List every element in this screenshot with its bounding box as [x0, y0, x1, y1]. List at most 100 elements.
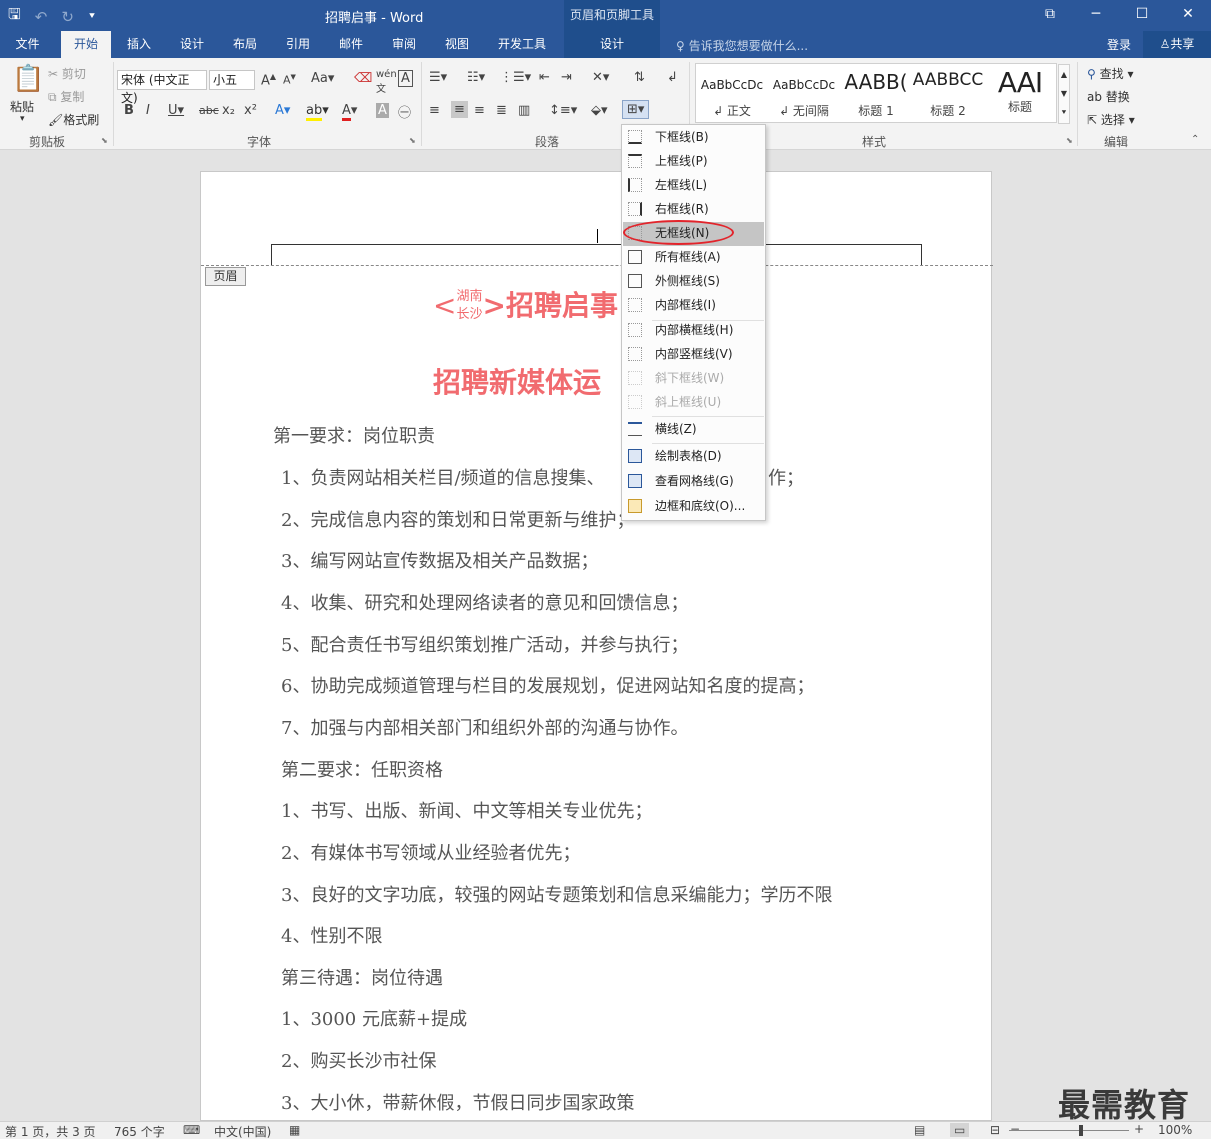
document-subtitle[interactable]: 招聘新媒体运 [433, 361, 601, 401]
style-heading-1[interactable]: AABB(标题 1 [840, 64, 912, 122]
language-indicator[interactable]: 中文(中国) [214, 1123, 271, 1139]
collapse-ribbon-icon[interactable]: ⌃ [1191, 134, 1199, 145]
ribbon-display-options-icon[interactable]: ⧉ [1027, 0, 1073, 31]
font-name-combo[interactable]: 宋体 (中文正文) [117, 70, 207, 105]
document-title[interactable]: <湖南 长沙>招聘启事 [433, 286, 618, 326]
style-heading-2[interactable]: AABBCC 标题 2 [912, 64, 984, 122]
chinese-layout-icon[interactable]: ✕▾ [592, 70, 609, 85]
section-heading[interactable]: 第三待遇：岗位待遇 [281, 964, 443, 990]
undo-icon[interactable]: ↶ [35, 8, 48, 26]
show-formatting-marks-icon[interactable]: ↲ [667, 70, 678, 85]
paste-button[interactable]: 粘贴 [10, 98, 34, 115]
highlight-color-icon[interactable]: ab▾ [306, 103, 329, 121]
list-item[interactable]: 1、书写、出版、新闻、中文等相关专业优先； [281, 797, 652, 823]
list-item[interactable]: 5、配合责任书写组织策划推广活动，并参与执行； [281, 631, 688, 657]
tab-insert[interactable]: 插入 [114, 31, 164, 58]
text-effects-icon[interactable]: A▾ [275, 103, 290, 118]
line-spacing-icon[interactable]: ↕≡▾ [549, 103, 577, 118]
bullets-icon[interactable]: ☰▾ [429, 70, 447, 85]
change-case-icon[interactable]: Aa▾ [311, 71, 334, 86]
menu-item-top-border[interactable]: 上框线(P) [623, 150, 764, 174]
proofing-icon[interactable]: ⌨ [183, 1123, 200, 1137]
share-button[interactable]: ♙共享 [1143, 31, 1211, 58]
web-layout-icon[interactable]: ⊟ [990, 1123, 1000, 1137]
tab-developer[interactable]: 开发工具 [487, 31, 557, 58]
menu-item-diagonal-down[interactable]: 斜下框线(W) [623, 367, 764, 391]
cut-button[interactable]: ✂ 剪切 [48, 65, 86, 82]
clipboard-launcher-icon[interactable]: ⬊ [101, 136, 108, 145]
menu-item-diagonal-up[interactable]: 斜上框线(U) [623, 391, 764, 415]
format-painter-button[interactable]: 🖌格式刷 [48, 111, 99, 128]
list-item[interactable]: 1、3000 元底薪+提成 [281, 1005, 467, 1031]
align-left-icon[interactable]: ≡ [429, 103, 440, 118]
styles-launcher-icon[interactable]: ⬊ [1066, 136, 1073, 145]
menu-item-bottom-border[interactable]: 下框线(B) [623, 126, 764, 150]
list-item[interactable]: 3、良好的文字功底，较强的网站专题策划和信息采编能力；学历不限 [281, 881, 832, 907]
menu-item-right-border[interactable]: 右框线(R) [623, 198, 764, 222]
redo-icon[interactable]: ↻ [61, 8, 74, 26]
bold-icon[interactable]: B [124, 103, 134, 118]
maximize-button[interactable]: ☐ [1119, 0, 1165, 31]
find-button[interactable]: ⚲ 查找 ▾ [1087, 65, 1133, 82]
list-item[interactable]: 1、负责网站相关栏目/频道的信息搜集、 [281, 464, 605, 490]
character-shading-icon[interactable]: A [376, 103, 389, 118]
sort-icon[interactable]: ⇅ [634, 70, 645, 85]
style-no-spacing[interactable]: AaBbCcDc ↲ 无间隔 [768, 64, 840, 122]
menu-item-left-border[interactable]: 左框线(L) [623, 174, 764, 198]
tab-review[interactable]: 审阅 [379, 31, 429, 58]
tab-design[interactable]: 设计 [167, 31, 217, 58]
paste-icon[interactable]: 📋 [12, 64, 44, 94]
borders-button[interactable]: ⊞▾ [622, 100, 650, 119]
read-mode-icon[interactable]: ▤ [914, 1123, 925, 1137]
tab-mailings[interactable]: 邮件 [326, 31, 376, 58]
style-normal[interactable]: AaBbCcDc ↲ 正文 [696, 64, 768, 122]
increase-indent-icon[interactable]: ⇥ [561, 70, 572, 85]
list-item[interactable]: 4、收集、研究和处理网络读者的意见和回馈信息； [281, 589, 688, 615]
list-item[interactable]: 6、协助完成频道管理与栏目的发展规划，促进网站知名度的提高； [281, 672, 814, 698]
list-item[interactable]: 3、大小休，带薪休假，节假日同步国家政策 [281, 1089, 634, 1115]
list-item[interactable]: 7、加强与内部相关部门和组织外部的沟通与协作。 [281, 714, 688, 740]
align-right-icon[interactable]: ≡ [474, 103, 485, 118]
font-size-combo[interactable]: 小五 [209, 70, 255, 90]
macro-icon[interactable]: ▦ [289, 1123, 300, 1137]
justify-icon[interactable]: ≣ [496, 103, 507, 118]
numbering-icon[interactable]: ☷▾ [467, 70, 485, 85]
zoom-slider-thumb[interactable] [1079, 1125, 1083, 1136]
list-item[interactable]: 4、性别不限 [281, 922, 382, 948]
tell-me-search[interactable]: ♀ 告诉我您想要做什么... [676, 37, 808, 54]
subscript-icon[interactable]: x₂ [222, 103, 235, 118]
tab-home[interactable]: 开始 [61, 31, 111, 58]
multilevel-list-icon[interactable]: ⋮☰▾ [500, 70, 531, 85]
word-count[interactable]: 765 个字 [114, 1123, 165, 1139]
decrease-indent-icon[interactable]: ⇤ [539, 70, 550, 85]
tab-header-footer-design[interactable]: 设计 [564, 31, 660, 58]
shrink-font-icon[interactable]: A▼ [283, 73, 296, 87]
tab-file[interactable]: 文件 [0, 31, 55, 58]
phonetic-guide-icon[interactable]: wén 文 [376, 69, 397, 95]
menu-item-view-gridlines[interactable]: 查看网格线(G) [623, 470, 764, 494]
page-count[interactable]: 第 1 页，共 3 页 [5, 1123, 96, 1139]
grow-font-icon[interactable]: A▲ [261, 72, 276, 88]
tab-references[interactable]: 引用 [273, 31, 323, 58]
zoom-out-button[interactable]: − [1010, 1122, 1020, 1136]
save-icon[interactable]: 🖫 [8, 4, 21, 29]
section-heading[interactable]: 第一要求：岗位职责 [273, 422, 435, 448]
paste-dropdown-icon[interactable]: ▾ [20, 114, 25, 124]
font-color-icon[interactable]: A▾ [342, 103, 357, 121]
enclose-characters-icon[interactable]: ㊀ [398, 102, 411, 121]
sign-in-link[interactable]: 登录 [1107, 36, 1131, 53]
zoom-slider[interactable] [1009, 1130, 1129, 1131]
menu-item-horizontal-line[interactable]: 横线(Z) [623, 418, 764, 442]
character-border-icon[interactable]: A [398, 70, 413, 87]
section-heading[interactable]: 第二要求：任职资格 [281, 756, 443, 782]
select-button[interactable]: ⇱ 选择 ▾ [1087, 111, 1135, 128]
tab-layout[interactable]: 布局 [220, 31, 270, 58]
style-title[interactable]: AAI 标题 [984, 64, 1056, 122]
menu-item-draw-table[interactable]: 绘制表格(D) [623, 445, 764, 469]
list-item[interactable]: 3、编写网站宣传数据及相关产品数据； [281, 547, 598, 573]
list-item-tail[interactable]: 作； [768, 464, 804, 490]
menu-item-all-borders[interactable]: 所有框线(A) [623, 246, 764, 270]
shading-icon[interactable]: ⬙▾ [591, 103, 608, 118]
align-center-icon[interactable]: ≡ [451, 101, 468, 118]
list-item[interactable]: 2、有媒体书写领域从业经验者优先； [281, 839, 580, 865]
